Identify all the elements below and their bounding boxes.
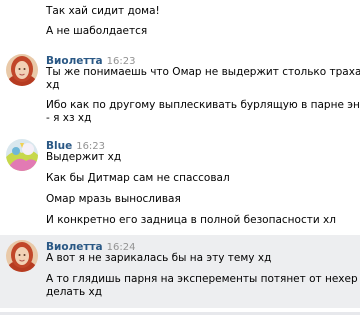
message-line: Выдержит хд [46,151,122,163]
chat-history: Так хай сидит дома! А не шаболдается Вио… [0,0,360,315]
violetta-avatar-icon [6,54,38,86]
avatar[interactable] [6,240,38,272]
message-line: - я хз хд [46,112,92,124]
avatar[interactable] [6,139,38,171]
message-group: Blue 16:23 Выдержит хд Как бы Дитмар сам … [0,134,360,230]
avatar[interactable] [6,54,38,86]
message-line: А вот я не зарикалась бы на эту тему хд [46,252,272,264]
message-line: И конкретно его задница в полной безопас… [46,214,336,226]
message-group: Виолетта 16:23 Ты же понимаешь что Омар н… [0,48,360,134]
message-line: А то глядишь парня на эксперементы потян… [46,273,358,285]
message-line: Омар мразь выносливая [46,193,181,205]
message-line: А не шаболдается [46,25,148,37]
message-group: Так хай сидит дома! А не шаболдается [0,0,360,48]
message-line: Так хай сидит дома! [46,5,160,17]
violetta-avatar-icon [6,240,38,272]
message-line: Ты же понимаешь что Омар не выдержит сто… [46,66,360,78]
blue-avatar-icon [6,139,38,171]
message-line: хд [46,79,60,91]
message-line: Ибо как по другому выплескивать бурлящую… [46,99,360,111]
message-line: делать хд [46,286,102,298]
message-group-highlighted: Виолетта 16:24 А вот я не зарикалась бы н… [0,235,360,308]
message-line: Как бы Дитмар сам не спассовал [46,172,230,184]
